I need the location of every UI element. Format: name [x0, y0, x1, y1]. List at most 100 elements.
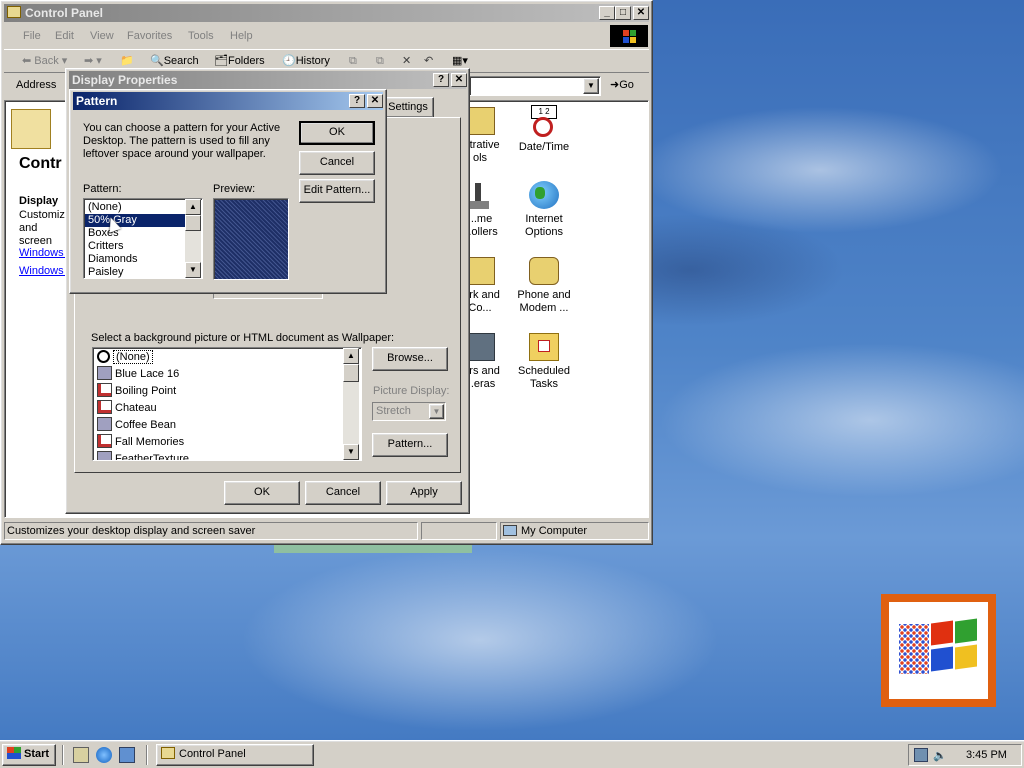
address-label: Address: [16, 79, 57, 91]
wallpaper-list[interactable]: (None) Blue Lace 16 Boiling Point Chatea…: [92, 347, 362, 461]
none-icon: [97, 350, 110, 363]
control-panel-window-icon: [7, 6, 21, 18]
scroll-up-arrow[interactable]: ▲: [185, 199, 201, 215]
ok-button[interactable]: OK: [224, 481, 300, 505]
outlook-express-icon[interactable]: [119, 747, 135, 763]
close-button[interactable]: ✕: [633, 6, 649, 20]
ok-button[interactable]: OK: [299, 121, 375, 145]
pattern-item-boxes[interactable]: Boxes: [85, 227, 186, 240]
wallpaper-item-none[interactable]: (None): [95, 349, 345, 366]
image-file-icon: [97, 383, 112, 397]
apply-button[interactable]: Apply: [386, 481, 462, 505]
desktop-highlight-strip: [274, 545, 472, 553]
scroll-thumb[interactable]: [343, 364, 359, 382]
help-button[interactable]: ?: [349, 94, 365, 108]
history-icon: 🕘: [282, 55, 296, 67]
menu-file[interactable]: File: [23, 26, 41, 46]
wallpaper-item[interactable]: FeatherTexture: [95, 451, 345, 460]
control-panel-large-icon: [11, 109, 51, 149]
status-zone: My Computer: [500, 522, 649, 540]
tab-settings[interactable]: Settings: [382, 97, 434, 117]
taskbar: Start Control Panel 🔈 3:45 PM: [0, 740, 1024, 768]
system-tray: 🔈 3:45 PM: [908, 744, 1022, 766]
wallpaper-list-scrollbar[interactable]: ▲ ▼: [343, 348, 359, 460]
browse-button[interactable]: Browse...: [372, 347, 448, 371]
maximize-button[interactable]: □: [615, 6, 631, 20]
start-button[interactable]: Start: [2, 744, 56, 766]
help-button[interactable]: ?: [433, 73, 449, 87]
pattern-list-scrollbar[interactable]: ▲ ▼: [185, 199, 201, 278]
windows-start-icon: [7, 747, 21, 759]
wallpaper-item[interactable]: Coffee Bean: [95, 417, 345, 434]
scheduled-tasks-item[interactable]: Scheduled Tasks: [509, 333, 579, 391]
pattern-button[interactable]: Pattern...: [372, 433, 448, 457]
pattern-titlebar[interactable]: Pattern ? ✕: [73, 92, 383, 110]
wallpaper-item[interactable]: Blue Lace 16: [95, 366, 345, 383]
up-folder-icon: 📁: [120, 55, 134, 67]
picture-display-select[interactable]: Stretch ▼: [372, 402, 446, 421]
minimize-button[interactable]: _: [599, 6, 615, 20]
quicklaunch-separator: [62, 745, 64, 765]
paint-bucket-icon: [97, 451, 112, 460]
chevron-down-icon: ▼: [429, 404, 444, 419]
pattern-item-paisley[interactable]: Paisley: [85, 266, 186, 278]
wallpaper-label: Select a background picture or HTML docu…: [91, 332, 395, 344]
menu-favorites[interactable]: Favorites: [127, 26, 172, 46]
show-desktop-icon[interactable]: [73, 747, 89, 763]
wallpaper-item[interactable]: Fall Memories: [95, 434, 345, 451]
globe-icon: [529, 181, 559, 209]
calendar-clock-icon: 1 2: [529, 105, 559, 137]
pattern-item-50-gray[interactable]: 50% Gray: [85, 214, 186, 227]
cancel-button[interactable]: Cancel: [299, 151, 375, 175]
close-button[interactable]: ✕: [367, 94, 383, 108]
paint-bucket-icon: [97, 417, 112, 431]
pattern-list[interactable]: (None) 50% Gray Boxes Critters Diamonds …: [83, 198, 203, 279]
volume-icon[interactable]: 🔈: [933, 749, 947, 762]
internet-options-item[interactable]: Internet Options: [509, 181, 579, 239]
edit-pattern-button[interactable]: Edit Pattern...: [299, 179, 375, 203]
menu-edit[interactable]: Edit: [55, 26, 74, 46]
address-input[interactable]: [469, 76, 601, 96]
wallpaper-item[interactable]: Boiling Point: [95, 383, 345, 400]
menu-help[interactable]: Help: [230, 26, 253, 46]
internet-explorer-icon[interactable]: [96, 747, 112, 763]
close-button[interactable]: ✕: [451, 73, 467, 87]
scroll-down-arrow[interactable]: ▼: [185, 262, 201, 278]
scroll-up-arrow[interactable]: ▲: [343, 348, 359, 364]
menu-tools[interactable]: Tools: [188, 26, 214, 46]
windows-logo-badge: [881, 594, 996, 707]
telephone-icon: [529, 257, 559, 285]
preview-label: Preview:: [213, 183, 256, 195]
control-panel-title: Control Panel: [25, 6, 104, 20]
folders-icon: 🗂: [214, 55, 228, 67]
cancel-button[interactable]: Cancel: [305, 481, 381, 505]
pattern-description: You can choose a pattern for your Active…: [83, 122, 281, 160]
date-time-item[interactable]: 1 2 Date/Time: [509, 105, 579, 154]
go-arrow-icon: ➜: [610, 79, 620, 91]
pattern-title: Pattern: [76, 94, 118, 108]
control-panel-icon: [161, 747, 175, 759]
pattern-item-none[interactable]: (None): [85, 201, 186, 214]
sidebar-subheading: Display: [19, 195, 59, 207]
pattern-item-diamonds[interactable]: Diamonds: [85, 253, 186, 266]
wallpaper-item[interactable]: Chateau: [95, 400, 345, 417]
back-arrow-icon: ⬅: [22, 55, 35, 67]
scroll-thumb[interactable]: [185, 215, 201, 231]
forward-arrow-icon: ➡ ▾: [84, 55, 102, 67]
display-properties-titlebar[interactable]: Display Properties ? ✕: [69, 71, 467, 89]
menu-view[interactable]: View: [90, 26, 114, 46]
undo-icon: ↶: [424, 55, 434, 67]
go-button[interactable]: ➜Go: [610, 75, 634, 95]
back-button[interactable]: ⬅ Back ▾: [22, 51, 67, 71]
taskbar-button-control-panel[interactable]: Control Panel: [156, 744, 314, 766]
phone-and-modem-item[interactable]: Phone and Modem ...: [509, 257, 579, 315]
scroll-down-arrow[interactable]: ▼: [343, 444, 359, 460]
address-dropdown-button[interactable]: ▼: [583, 78, 599, 94]
sidebar-heading: Contr: [19, 155, 62, 172]
network-tray-icon[interactable]: [914, 748, 928, 762]
views-icon: ▦▾: [452, 55, 468, 67]
control-panel-titlebar[interactable]: Control Panel _ □ ✕: [4, 4, 649, 22]
pattern-item-critters[interactable]: Critters: [85, 240, 186, 253]
tasks-separator: [146, 745, 148, 765]
clock[interactable]: 3:45 PM: [966, 749, 1007, 761]
